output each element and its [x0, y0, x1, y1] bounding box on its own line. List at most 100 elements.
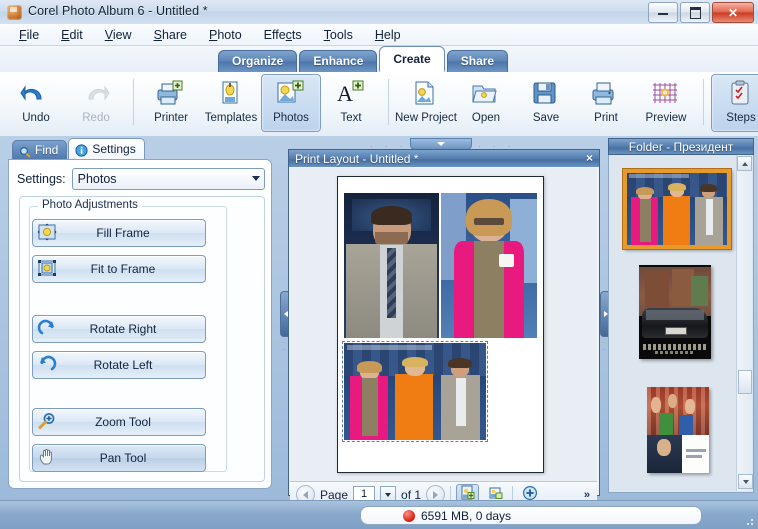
photo-add-icon [274, 79, 308, 109]
toolbar-button-save[interactable]: Save [516, 74, 576, 132]
more-options-button[interactable]: » [584, 489, 590, 501]
scroll-up-button[interactable] [737, 156, 752, 171]
toolbar-button-print[interactable]: Print [576, 74, 636, 132]
close-button[interactable]: ✕ [712, 2, 754, 23]
button-label: Pan Tool [99, 451, 147, 465]
toolbar-button-label: Text [340, 112, 362, 124]
tab-organize[interactable]: Organize [218, 50, 298, 72]
thumbnail-audience-orange[interactable] [623, 169, 731, 249]
tab-find-label: Find [35, 143, 59, 157]
toolbar-button-label: Templates [204, 112, 258, 124]
menu-item-edit[interactable]: Edit [50, 26, 94, 44]
toolbar-button-printer[interactable]: Printer [141, 74, 201, 132]
toolbar-items: Undo Redo Printer Templates Photos A Text New P… [6, 74, 758, 132]
arrow-left-icon [303, 490, 308, 499]
toolbar-button-preview[interactable]: Preview [636, 74, 696, 132]
menu-item-effects[interactable]: Effects [253, 26, 313, 44]
tab-enhance[interactable]: Enhance [299, 50, 378, 72]
tab-label: Organize [232, 54, 284, 68]
tab-find[interactable]: Find [12, 140, 68, 160]
toolbar-button-steps[interactable]: Steps [711, 74, 758, 132]
tab-label: Enhance [313, 54, 364, 68]
rotate-right-icon [37, 319, 59, 339]
resize-grip[interactable] [741, 513, 755, 527]
toolbar-button-open[interactable]: Open [456, 74, 516, 132]
pan-hand-icon [37, 448, 59, 468]
rotate-left-icon [37, 355, 59, 375]
mode-tab-strip: Organize Enhance Create Share [0, 46, 758, 73]
thumbnail-list[interactable] [608, 155, 754, 493]
settings-dropdown[interactable]: Photos [71, 168, 265, 190]
toolbar-button-redo: Redo [66, 74, 126, 132]
toolbar-button-label: Steps [726, 112, 756, 124]
button-zoom-tool[interactable]: Zoom Tool [32, 408, 206, 436]
toolbar-button-label: New Project [395, 112, 457, 124]
toolbar-button-text[interactable]: A Text [321, 74, 381, 132]
settings-label: Settings: [17, 172, 66, 186]
left-panel-tabs: Find Settings [12, 138, 146, 160]
button-fill-frame[interactable]: Fill Frame [32, 219, 206, 247]
settings-row: Settings: Photos [17, 168, 265, 190]
tab-create[interactable]: Create [379, 46, 445, 72]
document-close-button[interactable]: × [586, 151, 593, 165]
magnifier-icon [19, 145, 31, 158]
button-rotate-right[interactable]: Rotate Right [32, 315, 206, 343]
thumbnail-crowd-president[interactable] [647, 387, 709, 473]
tab-share[interactable]: Share [446, 50, 509, 72]
photo-man-grey-suit[interactable] [344, 193, 439, 338]
title-bar: Corel Photo Album 6 - Untitled * ✕ [0, 0, 758, 25]
red-disk-icon [403, 509, 415, 522]
menu-item-file[interactable]: FFileile [8, 26, 50, 44]
panel-collapse-bar: · · · · · · [288, 138, 598, 151]
thumbnail-black-car[interactable] [639, 265, 711, 359]
menu-item-tools[interactable]: Tools [313, 26, 364, 44]
menu-item-share[interactable]: Share [143, 26, 198, 44]
toolbar-separator [133, 79, 134, 125]
toolbar-button-templates[interactable]: Templates [201, 74, 261, 132]
printer-add-icon [154, 79, 188, 109]
folder-title: Folder - Президент [628, 139, 734, 154]
photo-adjustments-title: Photo Adjustments [38, 199, 142, 211]
arrow-right-icon [433, 490, 439, 499]
scrollbar-thumb[interactable] [738, 370, 752, 394]
close-icon: ✕ [727, 5, 739, 20]
button-label: Fit to Frame [90, 262, 156, 276]
layout-canvas[interactable] [290, 168, 597, 481]
left-panel: Find Settings Settings: Photos Photo Adj… [4, 138, 276, 496]
steps-clipboard-icon [724, 79, 758, 109]
layout-page[interactable] [337, 176, 544, 473]
new-project-icon [409, 79, 443, 109]
document-window: Print Layout - Untitled * × Page 1 of 1 [288, 149, 600, 507]
menu-bar: FFileile Edit View Share Photo Effects T… [0, 24, 758, 46]
minimize-button[interactable] [648, 2, 678, 23]
chevron-down-icon [385, 492, 392, 497]
open-folder-icon [469, 79, 503, 109]
thumbnail-scrollbar[interactable] [736, 155, 753, 491]
mode-tabs: Organize Enhance Create Share [218, 46, 510, 72]
tab-settings[interactable]: Settings [68, 138, 145, 160]
chevron-down-icon [437, 142, 445, 146]
scroll-down-button[interactable] [738, 474, 753, 489]
toolbar-button-new-project[interactable]: New Project [395, 74, 457, 132]
document-title-bar: Print Layout - Untitled * × [289, 150, 599, 167]
menu-item-help[interactable]: Help [364, 26, 412, 44]
button-pan-tool[interactable]: Pan Tool [32, 444, 206, 472]
maximize-button[interactable] [680, 2, 710, 23]
menu-item-photo[interactable]: Photo [198, 26, 253, 44]
toolbar-button-label: Open [471, 112, 501, 124]
fit-frame-icon [37, 259, 59, 279]
menu-item-view[interactable]: View [94, 26, 143, 44]
template-icon [214, 79, 248, 109]
button-divider [34, 337, 202, 338]
toolbar-button-label: Preview [645, 112, 687, 124]
toolbar-button-undo[interactable]: Undo [6, 74, 66, 132]
save-disk-icon [529, 79, 563, 109]
fill-frame-icon [37, 223, 59, 243]
toolbar-separator [388, 79, 389, 125]
button-rotate-left[interactable]: Rotate Left [32, 351, 206, 379]
minimize-icon [658, 10, 668, 15]
photo-woman-pink[interactable] [441, 193, 537, 338]
button-fit-to-frame[interactable]: Fit to Frame [32, 255, 206, 283]
photo-audience-group[interactable] [342, 341, 488, 442]
toolbar-button-photos[interactable]: Photos [261, 74, 321, 132]
